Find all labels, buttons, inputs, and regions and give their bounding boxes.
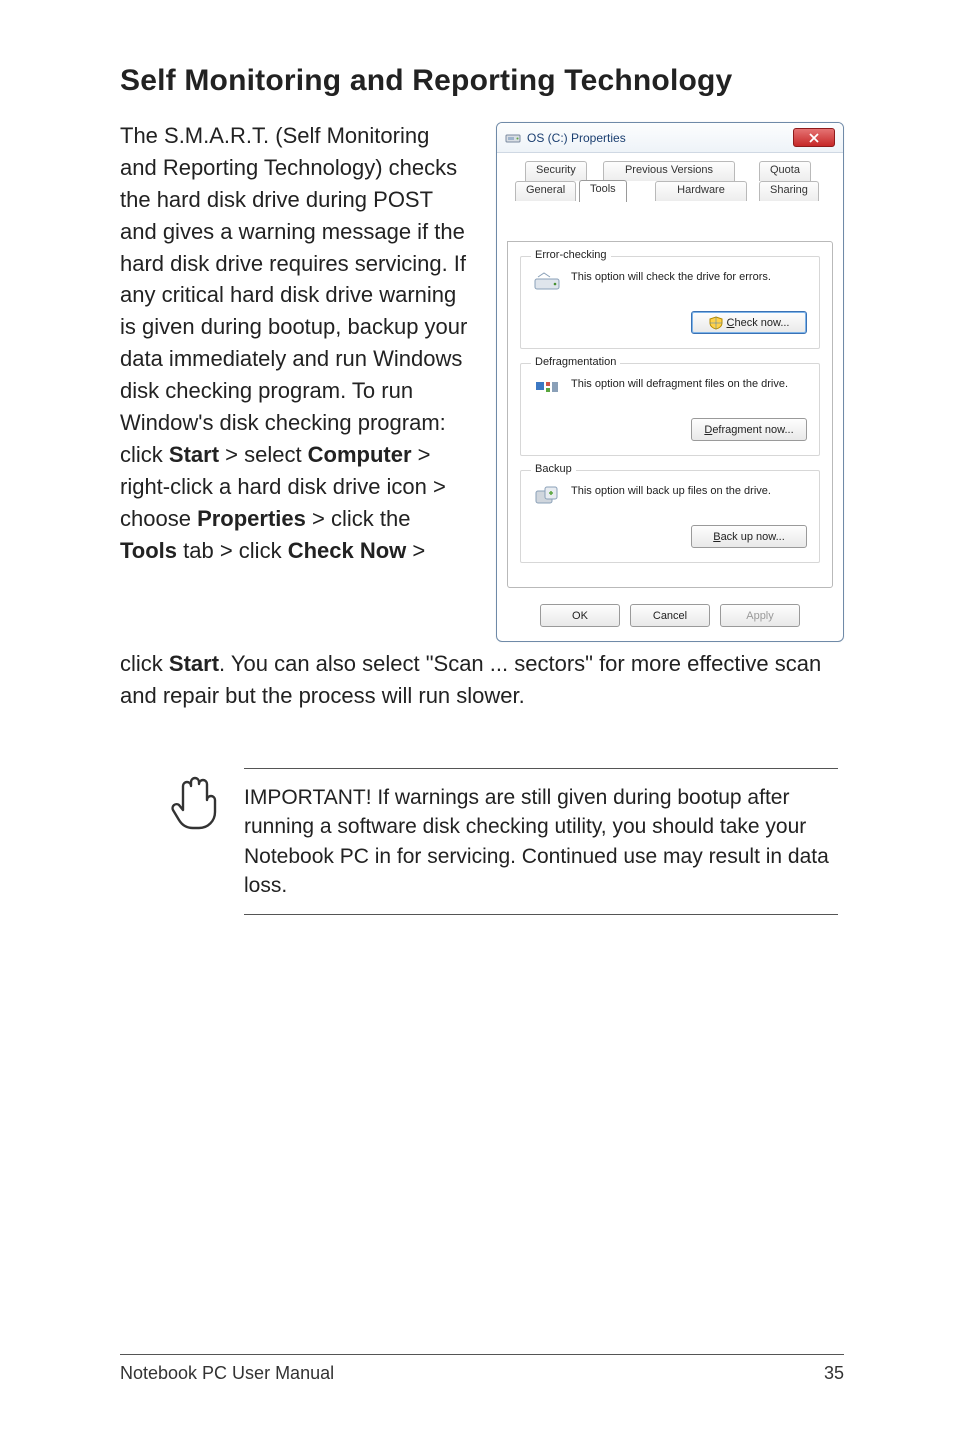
tab-sharing[interactable]: Sharing (759, 181, 819, 201)
tab-body: Error-checking This option will check th… (507, 241, 833, 588)
body-paragraph-2: click Start. You can also select "Scan .… (120, 648, 844, 712)
para1-text: The S.M.A.R.T. (Self Monitoring and Repo… (120, 123, 467, 467)
tab-security[interactable]: Security (525, 161, 587, 181)
defragmentation-group: Defragmentation This option will defragm… (520, 363, 820, 456)
bold-properties: Properties (197, 506, 306, 531)
tab-strip: Security Previous Versions Quota General… (507, 161, 833, 201)
cancel-button[interactable]: Cancel (630, 604, 710, 627)
t-gt3: > click the (306, 506, 411, 531)
defrag-rest: efragment now... (712, 424, 793, 436)
backup-group: Backup This option will back up files on… (520, 470, 820, 563)
tab-general[interactable]: General (515, 181, 576, 201)
page-number: 35 (824, 1363, 844, 1384)
back-up-now-button[interactable]: Back up now... (691, 525, 807, 548)
footer-title: Notebook PC User Manual (120, 1363, 334, 1384)
backup-icon (533, 483, 561, 511)
tab-hardware[interactable]: Hardware (655, 181, 747, 201)
shield-icon (709, 316, 723, 330)
t-gt4: tab > click (177, 538, 288, 563)
check-now-button[interactable]: Check now... (691, 311, 807, 334)
tab-previous-versions[interactable]: Previous Versions (603, 161, 735, 181)
p2-pre: click (120, 651, 169, 676)
backup-underline: B (713, 531, 720, 543)
ok-button[interactable]: OK (540, 604, 620, 627)
tab-quota[interactable]: Quota (759, 161, 811, 181)
section-heading: Self Monitoring and Reporting Technology (120, 64, 844, 98)
check-now-rest: heck now... (734, 317, 789, 329)
properties-dialog: OS (C:) Properties Security Previous Ver… (496, 122, 844, 642)
bold-start: Start (169, 442, 219, 467)
t-gt5: > (406, 538, 425, 563)
tab-tools[interactable]: Tools (579, 180, 627, 202)
dialog-actions: OK Cancel Apply (497, 594, 843, 641)
t-gt1: > select (219, 442, 308, 467)
body-paragraph: The S.M.A.R.T. (Self Monitoring and Repo… (120, 120, 468, 642)
backup-rest: ack up now... (721, 531, 785, 543)
bold-tools: Tools (120, 538, 177, 563)
error-check-text: This option will check the drive for err… (571, 269, 771, 283)
error-checking-group: Error-checking This option will check th… (520, 256, 820, 349)
dialog-titlebar[interactable]: OS (C:) Properties (497, 123, 843, 153)
dialog-title: OS (C:) Properties (527, 131, 793, 145)
apply-button[interactable]: Apply (720, 604, 800, 627)
defrag-text: This option will defragment files on the… (571, 376, 788, 390)
close-button[interactable] (793, 128, 835, 147)
drive-icon (505, 130, 521, 146)
bold-checknow: Check Now (288, 538, 407, 563)
hand-stop-icon (170, 774, 220, 830)
bold-start-2: Start (169, 651, 219, 676)
bold-computer: Computer (308, 442, 412, 467)
important-note: IMPORTANT! If warnings are still given d… (244, 768, 838, 916)
p2-post: . You can also select "Scan ... sectors"… (120, 651, 821, 708)
backup-legend: Backup (531, 463, 576, 475)
error-checking-legend: Error-checking (531, 249, 611, 261)
defrag-legend: Defragmentation (531, 356, 620, 368)
close-icon (809, 133, 819, 143)
defragment-now-button[interactable]: Defragment now... (691, 418, 807, 441)
error-check-icon (533, 269, 561, 297)
backup-text: This option will back up files on the dr… (571, 483, 771, 497)
defrag-icon (533, 376, 561, 404)
